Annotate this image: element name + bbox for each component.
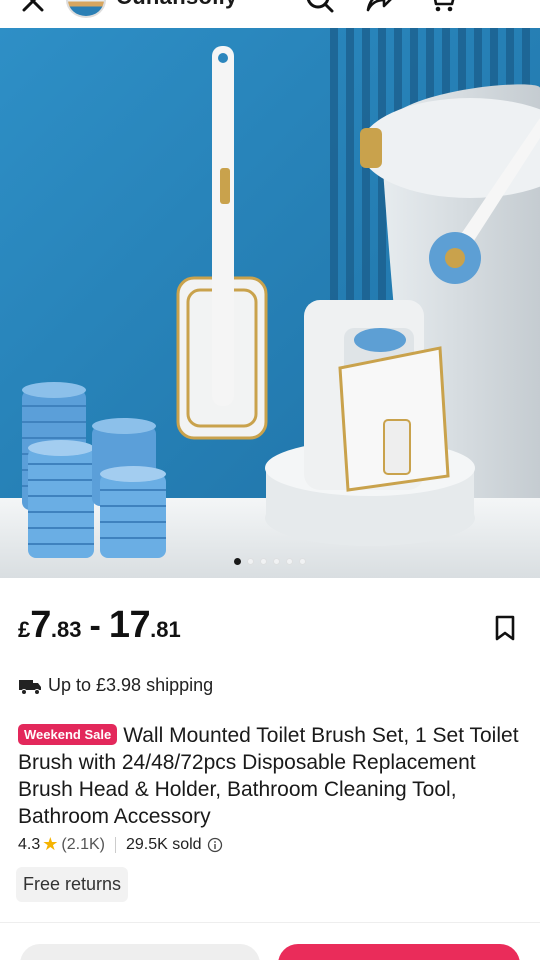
store-name[interactable]: Cuhansolly <box>116 0 238 10</box>
gallery-dot[interactable] <box>247 558 254 565</box>
gallery-dot-active[interactable] <box>234 558 241 565</box>
store-avatar[interactable] <box>66 0 106 18</box>
price-separator: - <box>89 607 101 645</box>
sold-count: 29.5K sold <box>125 835 202 853</box>
price-row: £ 7 .83 - 17 .81 <box>18 604 522 660</box>
info-icon[interactable] <box>207 837 223 853</box>
shipping-info[interactable]: Up to £3.98 shipping <box>18 675 213 696</box>
stats-divider <box>114 836 116 853</box>
price-currency: £ <box>18 617 31 642</box>
weekend-sale-badge: Weekend Sale <box>18 724 118 745</box>
buy-now-button[interactable] <box>278 944 520 960</box>
truck-icon <box>19 679 41 695</box>
price-min-whole: 7 <box>30 604 51 646</box>
price-max-whole: 17 <box>108 604 151 646</box>
top-bar: Cuhansolly <box>0 0 540 22</box>
divider <box>0 922 540 923</box>
close-icon[interactable] <box>18 0 48 16</box>
price-min-fraction: .83 <box>50 617 82 642</box>
shipping-text: Up to £3.98 shipping <box>48 675 214 695</box>
gallery-pagination[interactable] <box>0 558 540 565</box>
cart-icon[interactable] <box>426 0 458 14</box>
price-range: £ 7 .83 - 17 .81 <box>18 604 522 647</box>
product-stats[interactable]: 4.3 ★ (2.1K) 29.5K sold <box>18 834 223 855</box>
gallery-dot[interactable] <box>286 558 293 565</box>
search-icon[interactable] <box>304 0 336 14</box>
add-to-cart-button[interactable] <box>20 944 260 960</box>
review-count: (2.1K) <box>61 835 105 853</box>
gallery-dot[interactable] <box>299 558 306 565</box>
gallery-dot[interactable] <box>260 558 267 565</box>
free-returns-tag[interactable]: Free returns <box>16 867 129 902</box>
product-title: Weekend Sale Wall Mounted Toilet Brush Se… <box>18 722 522 830</box>
gallery-dot[interactable] <box>273 558 280 565</box>
bookmark-icon[interactable] <box>492 614 518 642</box>
rating-value: 4.3 <box>18 835 41 853</box>
share-icon[interactable] <box>364 0 396 14</box>
price-max-fraction: .81 <box>150 617 181 642</box>
star-icon: ★ <box>42 834 59 854</box>
product-photo <box>0 28 540 578</box>
product-image[interactable] <box>0 28 540 578</box>
